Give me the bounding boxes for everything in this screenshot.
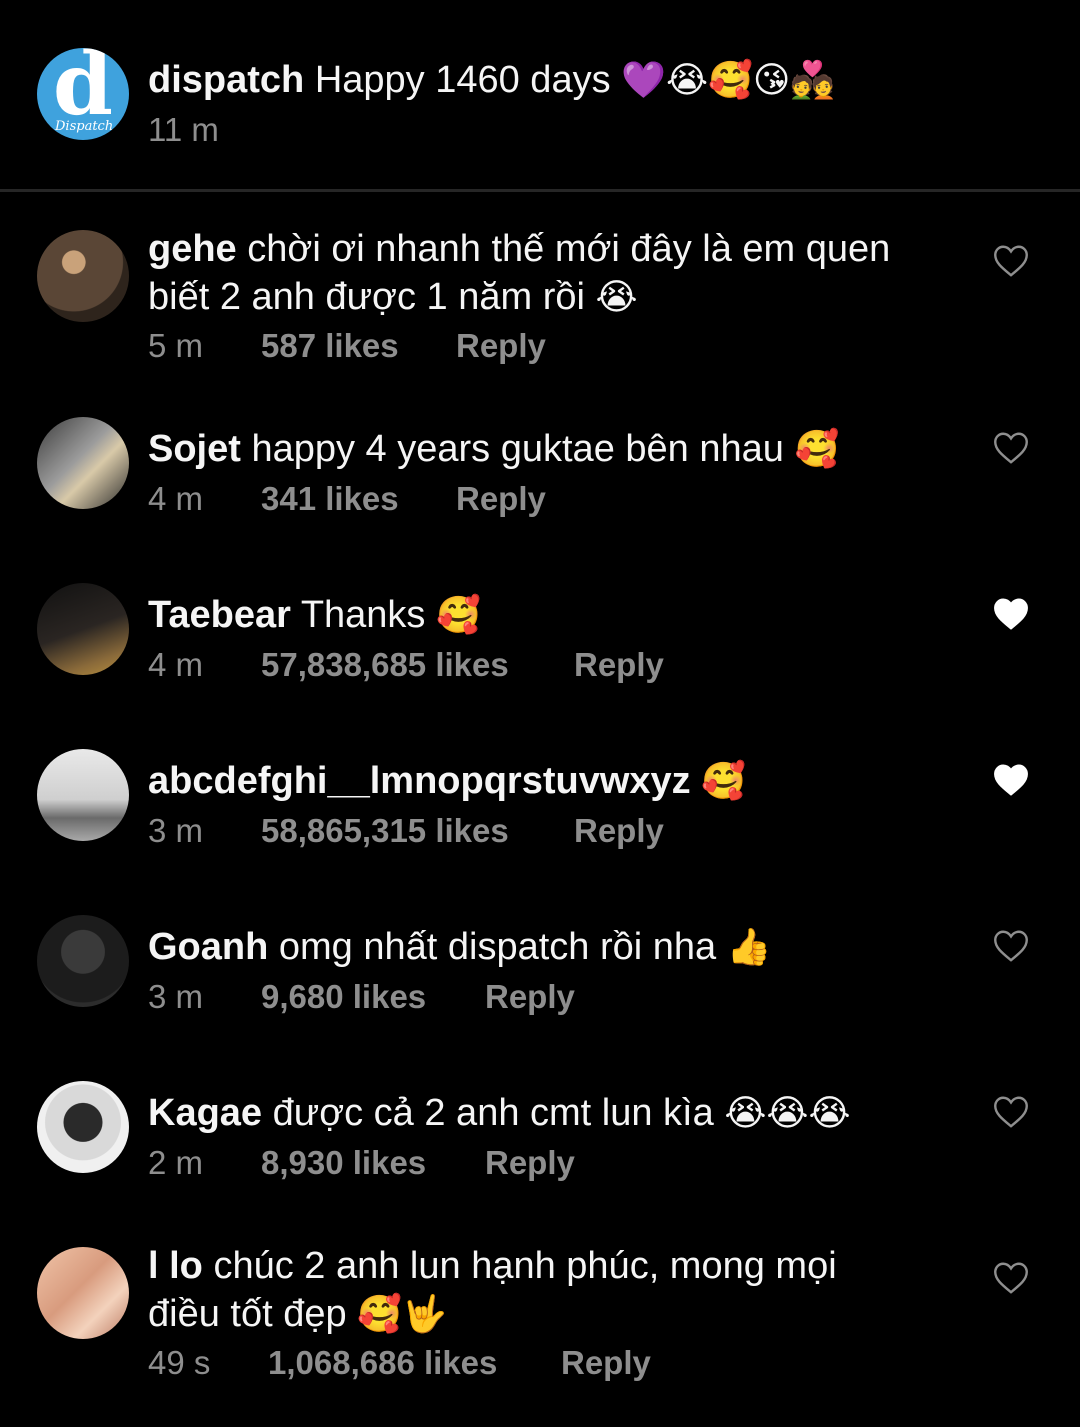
caption-emojis: 💜😭🥰😘💑 [621, 59, 836, 100]
avatar-gehe[interactable] [37, 230, 129, 322]
comment-likes[interactable]: 1,068,686 likes [268, 1344, 497, 1382]
comment-text-line1: omg nhất dispatch rồi nha [278, 926, 717, 968]
reply-button[interactable]: Reply [574, 646, 664, 684]
comment-username[interactable]: l lo [148, 1245, 203, 1287]
dispatch-logo: d [52, 48, 114, 135]
comment-username[interactable]: abcdefghi__lmnopqrstuvwxyz [148, 760, 691, 802]
heart-outline-icon[interactable] [993, 1095, 1029, 1129]
avatar-kagae[interactable] [37, 1081, 129, 1173]
reply-button[interactable]: Reply [456, 480, 546, 518]
dispatch-logo-sub: Dispatch [55, 119, 114, 134]
comment-emojis: 🥰 [436, 594, 481, 635]
comment-likes[interactable]: 9,680 likes [261, 978, 426, 1016]
comment-text-line1: happy 4 years guktae bên nhau [251, 428, 784, 470]
caption-time: 11 m [148, 111, 219, 148]
comment-username[interactable]: Goanh [148, 926, 268, 968]
comment-text-line1: Thanks [300, 594, 426, 636]
comment-emojis: 😭 [595, 276, 638, 317]
avatar-abcdefghi[interactable] [37, 749, 129, 841]
heart-filled-icon[interactable] [993, 597, 1029, 631]
avatar-sojet[interactable] [37, 417, 129, 509]
comment-time: 4 m [148, 646, 204, 683]
comment-time: 49 s [148, 1344, 211, 1381]
comment-likes[interactable]: 58,865,315 likes [261, 812, 509, 850]
comment-time: 5 m [148, 327, 204, 364]
comment-emojis: 😭😭😭 [724, 1092, 851, 1133]
comment-username[interactable]: gehe [148, 228, 237, 270]
heart-outline-icon[interactable] [993, 431, 1029, 465]
comment-text-line2: điều tốt đẹp [148, 1293, 347, 1335]
dispatch-avatar[interactable]: d Dispatch [37, 48, 129, 140]
caption-text: Happy 1460 days [314, 59, 611, 101]
reply-button[interactable]: Reply [485, 978, 575, 1016]
comment-time: 4 m [148, 480, 204, 517]
comment-username[interactable]: Kagae [148, 1092, 262, 1134]
comment-emojis: 🥰 [701, 760, 747, 801]
reply-button[interactable]: Reply [456, 327, 546, 365]
post-caption: d Dispatch dispatch Happy 1460 days 💜😭🥰😘… [0, 0, 1080, 190]
comment-text-line1: được cả 2 anh cmt lun kìa [272, 1092, 714, 1134]
heart-filled-icon[interactable] [993, 763, 1029, 797]
comment-text-line1: chời ơi nhanh thế mới đây là em quen [247, 228, 891, 270]
comment-emojis: 👍 [726, 926, 772, 967]
heart-outline-icon[interactable] [993, 244, 1029, 278]
avatar-taebear[interactable] [37, 583, 129, 675]
comment-emojis: 🥰🤟 [357, 1293, 447, 1334]
comment-emojis: 🥰 [794, 428, 840, 469]
comment-username[interactable]: Taebear [148, 594, 291, 636]
comment-time: 3 m [148, 812, 204, 849]
comment-likes[interactable]: 341 likes [261, 480, 399, 518]
comment-likes[interactable]: 8,930 likes [261, 1144, 426, 1182]
comment-text-line2: biết 2 anh được 1 năm rồi [148, 276, 585, 318]
comment-time: 2 m [148, 1144, 204, 1181]
comment-text-line1: chúc 2 anh lun hạnh phúc, mong mọi [213, 1245, 837, 1287]
caption-username[interactable]: dispatch [148, 59, 304, 101]
comment-username[interactable]: Sojet [148, 428, 241, 470]
avatar-llo[interactable] [37, 1247, 129, 1339]
comment-likes[interactable]: 587 likes [261, 327, 399, 365]
heart-outline-icon[interactable] [993, 929, 1029, 963]
reply-button[interactable]: Reply [561, 1344, 651, 1382]
comment-time: 3 m [148, 978, 204, 1015]
reply-button[interactable]: Reply [485, 1144, 575, 1182]
comment-likes[interactable]: 57,838,685 likes [261, 646, 509, 684]
divider [0, 189, 1080, 192]
reply-button[interactable]: Reply [574, 812, 664, 850]
avatar-goanh[interactable] [37, 915, 129, 1007]
heart-outline-icon[interactable] [993, 1261, 1029, 1295]
